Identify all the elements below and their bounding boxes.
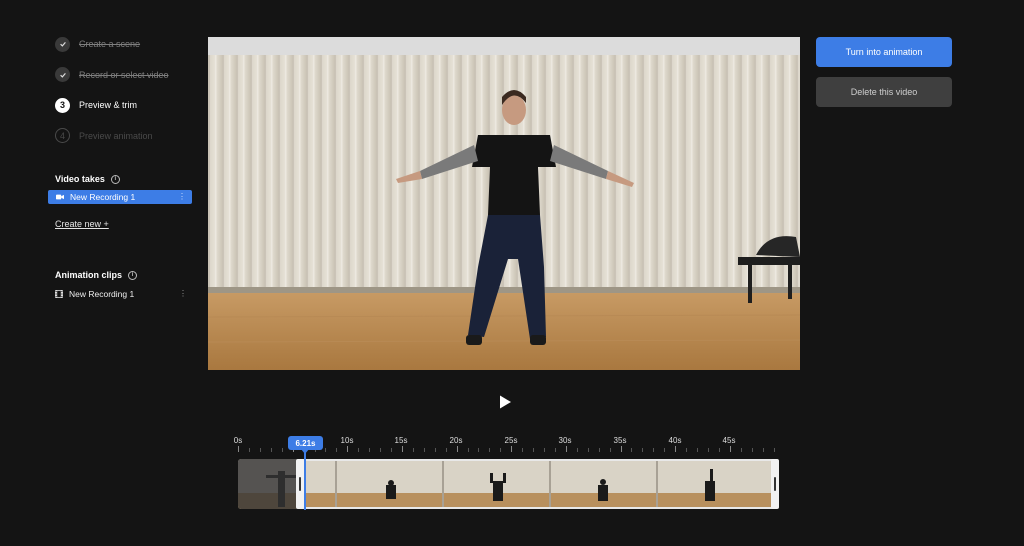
tick-mark — [631, 448, 633, 452]
tick-mark — [238, 446, 239, 452]
turn-into-animation-button[interactable]: Turn into animation — [816, 37, 952, 67]
trim-handle-start[interactable] — [296, 459, 304, 509]
tick-mark — [281, 448, 283, 452]
tick-mark — [380, 448, 382, 452]
playhead-line[interactable] — [304, 452, 306, 510]
tick-label: 20s — [449, 436, 463, 445]
tick-mark — [686, 448, 688, 452]
tick-mark — [587, 448, 589, 452]
info-icon[interactable]: i — [110, 174, 120, 184]
animation-clips-heading: Animation clips i — [55, 270, 138, 280]
step-record-video[interactable]: Record or select video — [55, 67, 205, 83]
tick-label: 30s — [558, 436, 572, 445]
tick-mark — [620, 446, 622, 452]
progress-steps: Create a scene Record or select video 3 … — [55, 36, 205, 158]
tick-mark — [248, 448, 250, 452]
animation-clip-label: New Recording 1 — [69, 289, 135, 299]
tick-mark — [751, 448, 753, 452]
tick-mark — [423, 448, 425, 452]
tick-mark — [729, 446, 731, 452]
step-number: 3 — [55, 97, 70, 113]
tick-mark — [259, 448, 261, 452]
tick-mark — [533, 448, 535, 452]
step-preview-animation[interactable]: 4 Preview animation — [55, 128, 205, 144]
tick-mark — [740, 448, 742, 452]
tick-mark — [675, 446, 677, 452]
tick-mark — [391, 448, 393, 452]
video-frame-image — [208, 37, 800, 370]
tick-mark — [358, 448, 360, 452]
tick-mark — [500, 448, 502, 452]
trim-selection[interactable] — [298, 459, 779, 509]
tick-mark — [653, 448, 655, 452]
tick-mark — [664, 448, 666, 452]
tick-mark — [401, 446, 403, 452]
tick-mark — [598, 448, 600, 452]
tick-label: 10s — [340, 436, 354, 445]
delete-video-button[interactable]: Delete this video — [816, 77, 952, 107]
step-label: Record or select video — [79, 69, 169, 80]
camera-icon — [56, 194, 64, 200]
tick-mark — [609, 448, 611, 452]
tick-mark — [707, 448, 709, 452]
check-icon — [55, 36, 70, 52]
info-icon[interactable]: i — [128, 270, 138, 280]
tick-mark — [511, 446, 513, 452]
tick-mark — [718, 448, 720, 452]
more-options-icon[interactable]: ⋮ — [179, 289, 187, 298]
tick-mark — [467, 448, 469, 452]
tick-label: 45s — [722, 436, 736, 445]
video-takes-heading: Video takes i — [55, 174, 120, 184]
tick-mark — [697, 448, 699, 452]
tick-mark — [445, 448, 447, 452]
animation-clips-title: Animation clips — [55, 270, 123, 280]
tick-label: 40s — [668, 436, 682, 445]
film-icon — [55, 290, 63, 298]
tick-mark — [325, 448, 327, 452]
tick-mark — [489, 448, 491, 452]
step-label: Preview & trim — [79, 100, 138, 110]
tick-label: 15s — [394, 436, 408, 445]
play-icon[interactable] — [497, 394, 513, 410]
more-options-icon[interactable]: ⋮ — [178, 192, 186, 201]
video-take-label: New Recording 1 — [70, 192, 136, 202]
video-take-item[interactable]: New Recording 1 ⋮ — [48, 190, 192, 204]
timeline-filmstrip[interactable] — [238, 459, 779, 509]
step-number: 4 — [55, 128, 70, 143]
step-label: Create a scene — [79, 39, 141, 49]
tick-mark — [565, 446, 567, 452]
trimmed-region — [238, 459, 298, 509]
tick-label: 35s — [613, 436, 627, 445]
tick-mark — [336, 448, 338, 452]
tick-label: 25s — [504, 436, 518, 445]
tick-mark — [762, 448, 764, 452]
create-new-link[interactable]: Create new + — [55, 219, 109, 229]
step-label: Preview animation — [79, 130, 153, 141]
tick-mark — [576, 448, 578, 452]
tick-mark — [642, 448, 644, 452]
check-icon — [55, 67, 70, 82]
step-create-scene[interactable]: Create a scene — [55, 36, 205, 52]
tick-mark — [434, 448, 436, 452]
animation-clip-item[interactable]: New Recording 1 ⋮ — [55, 288, 187, 300]
video-preview[interactable] — [208, 37, 800, 370]
tick-mark — [270, 448, 272, 452]
trim-handle-end[interactable] — [771, 459, 779, 509]
tick-mark — [369, 448, 371, 452]
tick-mark — [773, 448, 775, 452]
tick-mark — [544, 448, 546, 452]
tick-mark — [478, 448, 480, 452]
playhead-time-badge[interactable]: 6.21s — [288, 436, 323, 450]
tick-mark — [554, 448, 556, 452]
tick-mark — [347, 446, 349, 452]
tick-mark — [522, 448, 524, 452]
tick-mark — [412, 448, 414, 452]
video-takes-title: Video takes — [55, 174, 105, 184]
tick-label: 0s — [233, 436, 243, 445]
step-preview-trim[interactable]: 3 Preview & trim — [55, 97, 205, 113]
tick-mark — [456, 446, 458, 452]
